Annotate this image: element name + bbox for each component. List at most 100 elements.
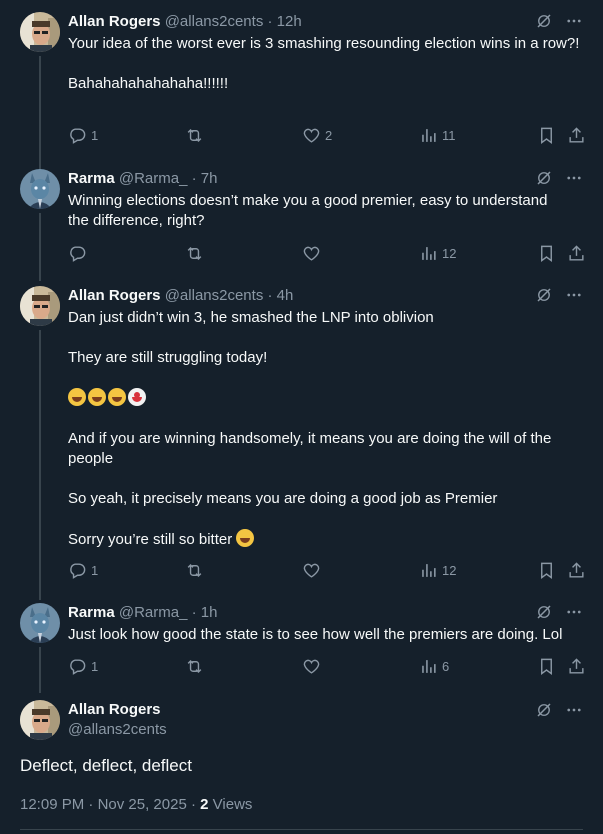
more-icon[interactable] bbox=[565, 286, 583, 304]
repost-button[interactable] bbox=[185, 244, 208, 263]
share-button[interactable] bbox=[567, 126, 586, 145]
views-count: 6 bbox=[442, 659, 450, 674]
separator: · bbox=[190, 796, 196, 813]
views-button[interactable]: 11 bbox=[419, 126, 456, 145]
bookmark-icon bbox=[537, 126, 556, 145]
bookmark-button[interactable] bbox=[537, 244, 556, 263]
views-button[interactable]: 12 bbox=[419, 244, 456, 263]
like-button[interactable] bbox=[302, 561, 325, 580]
tweet-header: Rarma @Rarma_ · 7h bbox=[68, 169, 217, 189]
reply-tweet[interactable]: Rarma @Rarma_ · 1h Just look how good th… bbox=[0, 603, 603, 693]
reply-tweet[interactable]: Rarma @Rarma_ · 7h Winning elections doe… bbox=[0, 169, 603, 281]
clown-emoji-icon bbox=[128, 388, 146, 406]
repost-icon bbox=[185, 126, 204, 145]
thread-line bbox=[39, 213, 41, 281]
views-icon bbox=[419, 657, 438, 676]
tweet-header: Allan Rogers @allans2cents · 12h bbox=[68, 12, 302, 32]
timestamp[interactable]: 1h bbox=[201, 604, 218, 621]
share-icon bbox=[567, 561, 586, 580]
main-tweet-text: Deflect, deflect, deflect bbox=[20, 756, 192, 775]
share-button[interactable] bbox=[567, 657, 586, 676]
emoji-line bbox=[68, 388, 578, 409]
user-handle[interactable]: @allans2cents bbox=[68, 720, 167, 740]
views-icon bbox=[419, 126, 438, 145]
user-handle[interactable]: @allans2cents bbox=[165, 287, 264, 304]
repost-icon bbox=[185, 561, 204, 580]
reply-button[interactable]: 1 bbox=[68, 561, 98, 580]
reply-icon bbox=[68, 657, 87, 676]
display-name[interactable]: Allan Rogers bbox=[68, 287, 161, 304]
reply-button[interactable]: 1 bbox=[68, 126, 98, 145]
reply-icon bbox=[68, 126, 87, 145]
reply-tweet[interactable]: Allan Rogers @allans2cents · 4h Dan just… bbox=[0, 286, 603, 600]
thread-line bbox=[39, 330, 41, 600]
reply-button[interactable] bbox=[68, 244, 91, 263]
display-name[interactable]: Rarma bbox=[68, 604, 115, 621]
post-time[interactable]: 12:09 PM bbox=[20, 796, 84, 813]
share-button[interactable] bbox=[567, 244, 586, 263]
more-icon[interactable] bbox=[565, 169, 583, 187]
tweet-line: Your idea of the worst ever is 3 smashin… bbox=[68, 35, 580, 52]
display-name[interactable]: Allan Rogers bbox=[68, 700, 167, 720]
views-count: 11 bbox=[442, 128, 456, 143]
like-button[interactable]: 2 bbox=[302, 126, 332, 145]
tweet-top-actions bbox=[535, 286, 583, 304]
avatar[interactable] bbox=[20, 12, 60, 52]
separator: · bbox=[191, 604, 197, 621]
avatar[interactable] bbox=[20, 603, 60, 643]
share-icon bbox=[567, 126, 586, 145]
grok-icon[interactable] bbox=[535, 603, 553, 621]
reply-button[interactable]: 1 bbox=[68, 657, 98, 676]
timestamp[interactable]: 7h bbox=[201, 170, 218, 187]
bookmark-button[interactable] bbox=[537, 126, 556, 145]
like-icon bbox=[302, 657, 321, 676]
views-button[interactable]: 6 bbox=[419, 657, 449, 676]
tweet-line: Bahahahahahahaha!!!!!! bbox=[68, 75, 229, 92]
tweet-text: Winning elections doesn’t make you a goo… bbox=[68, 191, 568, 231]
reply-count: 1 bbox=[91, 563, 99, 578]
grok-icon[interactable] bbox=[535, 12, 553, 30]
tweet-line: And if you are winning handsomely, it me… bbox=[68, 430, 552, 467]
repost-button[interactable] bbox=[185, 561, 208, 580]
tweet-line: Winning elections doesn’t make you a goo… bbox=[68, 192, 548, 229]
tweet-line: They are still struggling today! bbox=[68, 349, 268, 366]
divider bbox=[20, 829, 583, 830]
bookmark-button[interactable] bbox=[537, 657, 556, 676]
views-button[interactable]: 12 bbox=[419, 561, 456, 580]
avatar[interactable] bbox=[20, 286, 60, 326]
grok-icon[interactable] bbox=[535, 169, 553, 187]
share-button[interactable] bbox=[567, 561, 586, 580]
timestamp[interactable]: 12h bbox=[277, 13, 302, 30]
reply-count: 1 bbox=[91, 659, 99, 674]
grok-icon[interactable] bbox=[535, 286, 553, 304]
display-name[interactable]: Allan Rogers bbox=[68, 13, 161, 30]
tweet-line: So yeah, it precisely means you are doin… bbox=[68, 490, 498, 507]
main-avatar[interactable] bbox=[20, 700, 60, 740]
tweet-top-actions bbox=[535, 12, 583, 30]
repost-icon bbox=[185, 244, 204, 263]
more-icon[interactable] bbox=[565, 12, 583, 30]
repost-button[interactable] bbox=[185, 126, 208, 145]
more-icon[interactable] bbox=[565, 603, 583, 621]
grok-icon[interactable] bbox=[535, 701, 553, 719]
timestamp[interactable]: 4h bbox=[277, 287, 294, 304]
display-name[interactable]: Rarma bbox=[68, 170, 115, 187]
bookmark-button[interactable] bbox=[537, 561, 556, 580]
like-button[interactable] bbox=[302, 244, 325, 263]
post-date[interactable]: Nov 25, 2025 bbox=[98, 796, 187, 813]
user-handle[interactable]: @allans2cents bbox=[165, 13, 264, 30]
more-icon[interactable] bbox=[565, 701, 583, 719]
user-handle[interactable]: @Rarma_ bbox=[119, 604, 188, 621]
thread-line bbox=[39, 647, 41, 693]
like-icon bbox=[302, 244, 321, 263]
share-icon bbox=[567, 657, 586, 676]
user-handle[interactable]: @Rarma_ bbox=[119, 170, 188, 187]
tweet-line: Just look how good the state is to see h… bbox=[68, 626, 563, 643]
bookmark-icon bbox=[537, 657, 556, 676]
tweet-text: Dan just didn’t win 3, he smashed the LN… bbox=[68, 308, 578, 550]
like-button[interactable] bbox=[302, 657, 325, 676]
repost-button[interactable] bbox=[185, 657, 208, 676]
tweet-top-actions bbox=[535, 169, 583, 187]
reply-tweet[interactable]: Allan Rogers @allans2cents · 12h Your id… bbox=[0, 12, 603, 170]
avatar[interactable] bbox=[20, 169, 60, 209]
